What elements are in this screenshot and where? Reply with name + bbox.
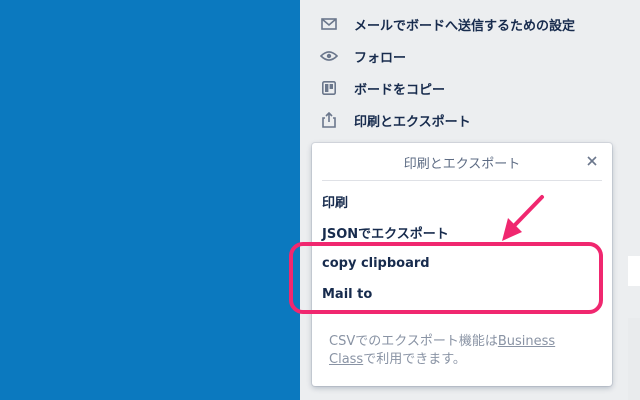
menu-item-follow[interactable]: フォロー <box>318 42 406 70</box>
csv-export-note: CSVでのエクスポート機能はBusiness Classで利用できます。 <box>329 333 588 369</box>
menu-item-copy-board[interactable]: ボードをコピー <box>318 74 445 102</box>
background-panel-edge <box>628 318 640 400</box>
screen: メールでボードへ送信するための設定 フォロー ボードをコピー 印刷とエクスポート… <box>0 0 640 400</box>
note-text: で利用できます。 <box>363 352 466 367</box>
menu-item-email-settings[interactable]: メールでボードへ送信するための設定 <box>318 10 575 38</box>
popover-title: 印刷とエクスポート <box>403 157 521 172</box>
board-background <box>0 0 300 400</box>
mail-icon <box>318 13 340 35</box>
board-icon <box>318 77 340 99</box>
menu-item-label: メールでボードへ送信するための設定 <box>354 18 576 34</box>
menu-item-label: ボードをコピー <box>354 82 446 98</box>
eye-icon <box>318 45 340 67</box>
popover-header: 印刷とエクスポート <box>322 143 602 181</box>
mail-to-option[interactable]: Mail to <box>312 280 612 308</box>
print-option[interactable]: 印刷 <box>312 187 612 215</box>
print-export-popover: 印刷とエクスポート 印刷 JSONでエクスポート copy clipboard … <box>312 143 612 386</box>
menu-item-label: 印刷とエクスポート <box>354 114 471 130</box>
copy-clipboard-option[interactable]: copy clipboard <box>312 249 612 277</box>
background-panel-edge <box>628 256 640 286</box>
share-icon <box>318 109 340 131</box>
menu-item-print-export[interactable]: 印刷とエクスポート <box>318 106 471 134</box>
note-text: CSVでのエクスポート機能は <box>329 334 498 349</box>
close-icon[interactable] <box>584 153 600 169</box>
menu-item-label: フォロー <box>354 50 407 66</box>
export-json-option[interactable]: JSONでエクスポート <box>312 218 612 246</box>
